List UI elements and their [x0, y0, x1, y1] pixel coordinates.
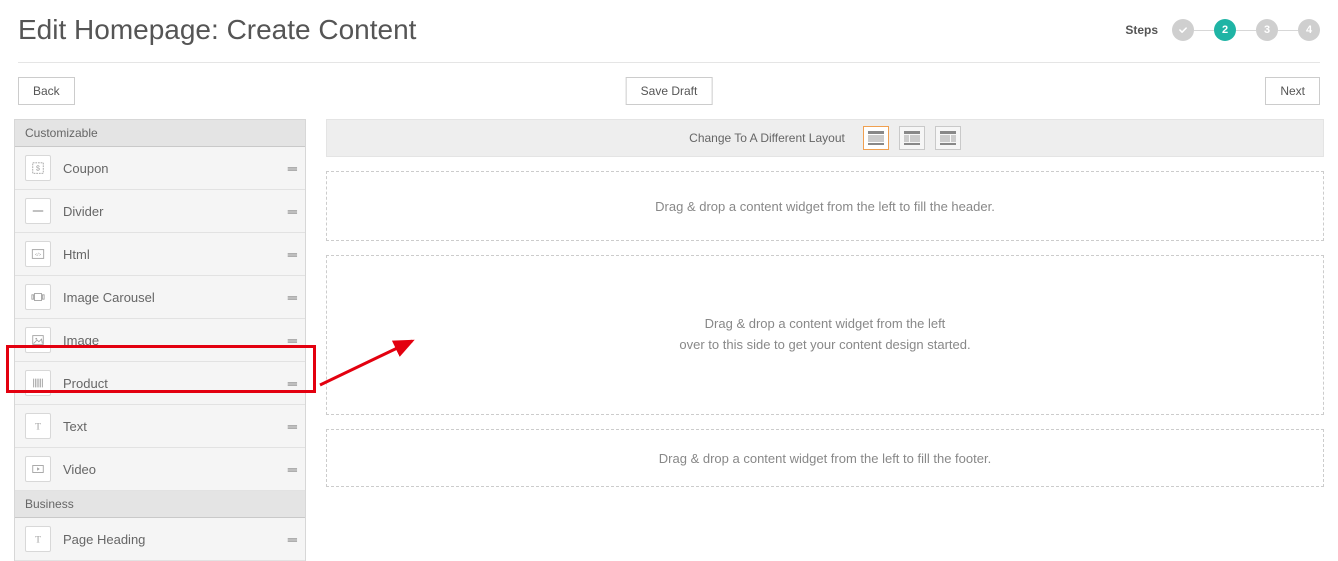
- html-icon: </>: [25, 241, 51, 267]
- page-title: Edit Homepage: Create Content: [18, 14, 416, 46]
- widget-label: Text: [51, 419, 288, 434]
- svg-text:</>: </>: [35, 252, 42, 257]
- drop-zone-main[interactable]: Drag & drop a content widget from the le…: [326, 255, 1324, 415]
- drag-handle-icon: ═: [288, 376, 295, 391]
- layout-option-sidebar-left[interactable]: [899, 126, 925, 150]
- widget-video[interactable]: Video ═: [15, 448, 305, 491]
- page-heading-icon: T: [25, 526, 51, 552]
- text-icon: T: [25, 413, 51, 439]
- drag-handle-icon: ═: [288, 532, 295, 547]
- drop-zone-footer[interactable]: Drag & drop a content widget from the le…: [326, 429, 1324, 487]
- step-2[interactable]: 2: [1214, 19, 1236, 41]
- svg-text:$: $: [36, 166, 40, 173]
- widget-label: Divider: [51, 204, 288, 219]
- svg-text:T: T: [35, 535, 41, 546]
- drop-zone-header-text: Drag & drop a content widget from the le…: [655, 199, 995, 214]
- widget-label: Coupon: [51, 161, 288, 176]
- layout-switcher-label: Change To A Different Layout: [689, 131, 845, 145]
- widget-label: Image: [51, 333, 288, 348]
- video-icon: [25, 456, 51, 482]
- widget-label: Product: [51, 376, 288, 391]
- sidebar-section-business: Business: [15, 491, 305, 518]
- widget-page-heading[interactable]: T Page Heading ═: [15, 518, 305, 561]
- drag-handle-icon: ═: [288, 333, 295, 348]
- layout-option-sidebar-right[interactable]: [935, 126, 961, 150]
- drop-zone-main-text-2: over to this side to get your content de…: [679, 335, 970, 356]
- widget-image-carousel[interactable]: Image Carousel ═: [15, 276, 305, 319]
- back-button[interactable]: Back: [18, 77, 75, 105]
- widget-html[interactable]: </> Html ═: [15, 233, 305, 276]
- image-icon: [25, 327, 51, 353]
- divider-icon: [25, 198, 51, 224]
- drag-handle-icon: ═: [288, 204, 295, 219]
- layout-option-full[interactable]: [863, 126, 889, 150]
- widget-image[interactable]: Image ═: [15, 319, 305, 362]
- widget-divider[interactable]: Divider ═: [15, 190, 305, 233]
- carousel-icon: [25, 284, 51, 310]
- sidebar-section-customizable: Customizable: [15, 120, 305, 147]
- drop-zone-footer-text: Drag & drop a content widget from the le…: [659, 451, 991, 466]
- step-3[interactable]: 3: [1256, 19, 1278, 41]
- next-button[interactable]: Next: [1265, 77, 1320, 105]
- drag-handle-icon: ═: [288, 462, 295, 477]
- coupon-icon: $: [25, 155, 51, 181]
- product-icon: [25, 370, 51, 396]
- drop-zone-header[interactable]: Drag & drop a content widget from the le…: [326, 171, 1324, 241]
- save-draft-button[interactable]: Save Draft: [626, 77, 713, 105]
- widget-sidebar: Customizable $ Coupon ═ Divider ═ </> Ht…: [14, 119, 306, 561]
- widget-product[interactable]: Product ═: [15, 362, 305, 405]
- widget-coupon[interactable]: $ Coupon ═: [15, 147, 305, 190]
- drag-handle-icon: ═: [288, 161, 295, 176]
- steps-label: Steps: [1125, 23, 1158, 37]
- layout-switcher-bar: Change To A Different Layout: [326, 119, 1324, 157]
- step-1[interactable]: [1172, 19, 1194, 41]
- steps-indicator: Steps 2 3 4: [1125, 19, 1320, 41]
- drag-handle-icon: ═: [288, 290, 295, 305]
- svg-text:T: T: [35, 422, 41, 433]
- drop-zone-main-text-1: Drag & drop a content widget from the le…: [679, 314, 970, 335]
- widget-label: Image Carousel: [51, 290, 288, 305]
- widget-label: Html: [51, 247, 288, 262]
- drag-handle-icon: ═: [288, 419, 295, 434]
- drag-handle-icon: ═: [288, 247, 295, 262]
- step-4[interactable]: 4: [1298, 19, 1320, 41]
- widget-text[interactable]: T Text ═: [15, 405, 305, 448]
- widget-label: Video: [51, 462, 288, 477]
- widget-label: Page Heading: [51, 532, 288, 547]
